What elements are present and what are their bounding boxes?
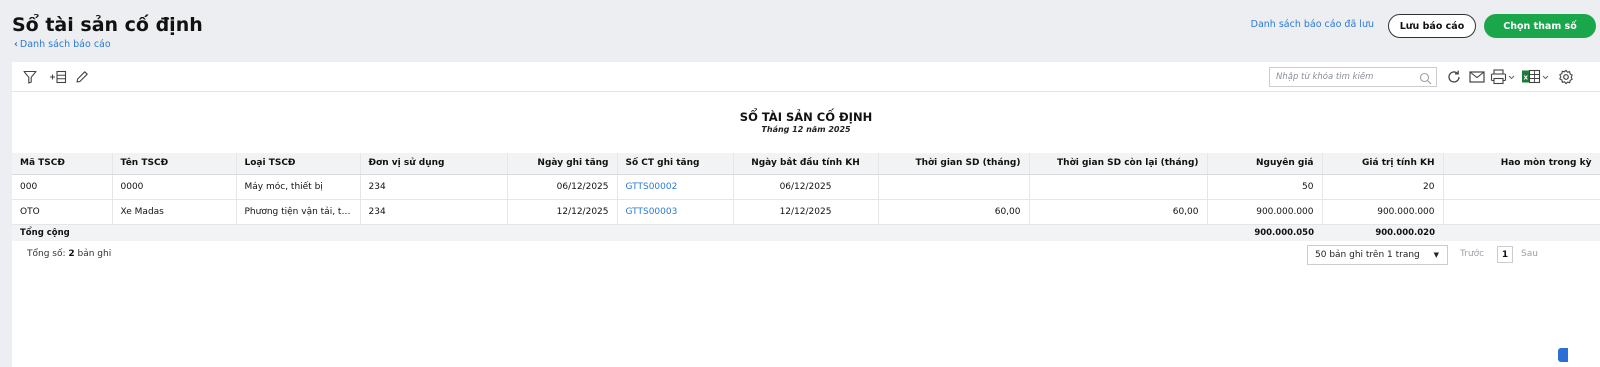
asset-type-cell: Máy móc, thiết bị: [236, 174, 361, 200]
depreciable-value-cell: 900.000.000: [1322, 199, 1444, 225]
settings-icon[interactable]: [1557, 67, 1575, 87]
record-count-suffix: bản ghi: [74, 249, 112, 259]
total-depreciable-value: 900.000.020: [1322, 224, 1443, 241]
column-header[interactable]: Đơn vị sử dụng: [360, 153, 508, 175]
record-count-prefix: Tổng số:: [27, 249, 69, 259]
column-header[interactable]: Số CT ghi tăng: [617, 153, 734, 175]
email-icon[interactable]: [1468, 67, 1486, 87]
increase-date-cell: 12/12/2025: [507, 199, 618, 225]
using-unit-cell: 234: [360, 174, 508, 200]
saved-reports-link[interactable]: Danh sách báo cáo đã lưu: [1251, 19, 1374, 30]
excel-export-icon[interactable]: x: [1521, 67, 1551, 87]
page-title: Sổ tài sản cố định: [12, 14, 203, 36]
column-header[interactable]: Loại TSCĐ: [236, 153, 361, 175]
fixed-asset-table: Mã TSCĐ Tên TSCĐ Loại TSCĐ Đơn vị sử dụn…: [12, 153, 1600, 241]
remaining-months-cell: [1029, 174, 1208, 200]
total-row: Tổng cộng 900.000.050 900.000.020: [12, 224, 1600, 241]
total-period-depreciation: [1443, 224, 1600, 241]
asset-name-cell: Xe Madas: [112, 199, 237, 225]
caret-down-icon: ▼: [1433, 251, 1439, 259]
filter-icon[interactable]: [21, 67, 39, 87]
asset-type-cell: Phương tiện vận tải, truyền dẫn: [236, 199, 361, 225]
save-report-button[interactable]: Lưu báo cáo: [1388, 14, 1476, 38]
search-input[interactable]: [1276, 70, 1411, 84]
chevron-left-icon: ‹: [14, 39, 18, 50]
total-original-cost: 900.000.050: [1207, 224, 1322, 241]
original-cost-cell: 900.000.000: [1207, 199, 1323, 225]
print-icon[interactable]: [1490, 67, 1516, 87]
toolbar: x: [12, 62, 1600, 92]
refresh-icon[interactable]: [1445, 67, 1463, 87]
search-icon[interactable]: [1419, 70, 1432, 89]
back-link-label: Danh sách báo cáo: [19, 39, 111, 50]
usage-months-cell: 60,00: [878, 199, 1030, 225]
depreciation-start-cell: 06/12/2025: [733, 174, 879, 200]
depreciation-start-cell: 12/12/2025: [733, 199, 879, 225]
total-label: Tổng cộng: [12, 224, 236, 241]
column-header[interactable]: Ngày bắt đầu tính KH: [733, 153, 879, 175]
period-depreciation-cell: [1443, 199, 1600, 225]
svg-text:x: x: [1523, 74, 1528, 82]
usage-months-cell: [878, 174, 1030, 200]
using-unit-cell: 234: [360, 199, 508, 225]
depreciable-value-cell: 20: [1322, 174, 1444, 200]
table-row[interactable]: 000 0000 Máy móc, thiết bị 234 06/12/202…: [12, 174, 1600, 200]
column-header[interactable]: Thời gian SD còn lại (tháng): [1029, 153, 1208, 175]
next-page-button[interactable]: Sau: [1521, 249, 1538, 259]
previous-page-button[interactable]: Trước: [1460, 249, 1484, 259]
column-header[interactable]: Hao mòn trong kỳ: [1443, 153, 1600, 175]
report-period: Tháng 12 năm 2025: [761, 125, 851, 134]
column-header[interactable]: Nguyên giá: [1207, 153, 1323, 175]
remaining-months-cell: 60,00: [1029, 199, 1208, 225]
column-header[interactable]: Thời gian SD (tháng): [878, 153, 1030, 175]
back-to-report-list-link[interactable]: ‹ Danh sách báo cáo: [14, 39, 111, 50]
table-row[interactable]: OTO Xe Madas Phương tiện vận tải, truyền…: [12, 199, 1600, 225]
report-title: SỔ TÀI SẢN CỐ ĐỊNH: [739, 110, 873, 124]
asset-code-cell: OTO: [12, 199, 113, 225]
current-page-button[interactable]: 1: [1497, 246, 1513, 263]
asset-code-cell: 000: [12, 174, 113, 200]
side-panel-toggle[interactable]: [1558, 348, 1568, 362]
increase-date-cell: 06/12/2025: [507, 174, 618, 200]
page-size-label: 50 bản ghi trên 1 trang: [1315, 250, 1420, 260]
add-row-icon[interactable]: [48, 67, 68, 87]
column-header[interactable]: Tên TSCĐ: [112, 153, 237, 175]
period-depreciation-cell: [1443, 174, 1600, 200]
column-header[interactable]: Mã TSCĐ: [12, 153, 113, 175]
voucher-link[interactable]: GTTS00002: [617, 174, 734, 200]
asset-name-cell: 0000: [112, 174, 237, 200]
total-spacer: [236, 224, 1207, 241]
column-header[interactable]: Ngày ghi tăng: [507, 153, 618, 175]
choose-parameters-button[interactable]: Chọn tham số: [1484, 14, 1596, 38]
page-size-select[interactable]: 50 bản ghi trên 1 trang ▼: [1307, 245, 1448, 265]
page-header: Sổ tài sản cố định ‹ Danh sách báo cáo Da…: [0, 0, 1600, 62]
voucher-link[interactable]: GTTS00003: [617, 199, 734, 225]
edit-icon[interactable]: [73, 67, 91, 87]
record-count: Tổng số: 2 bản ghi: [27, 249, 111, 259]
column-header[interactable]: Giá trị tính KH: [1322, 153, 1444, 175]
report-panel: x SỔ TÀI SẢN CỐ ĐỊNH Tháng 12 năm 2025 M…: [12, 62, 1600, 367]
search-input-box[interactable]: [1269, 67, 1437, 87]
table-header-row: Mã TSCĐ Tên TSCĐ Loại TSCĐ Đơn vị sử dụn…: [12, 153, 1600, 175]
original-cost-cell: 50: [1207, 174, 1323, 200]
